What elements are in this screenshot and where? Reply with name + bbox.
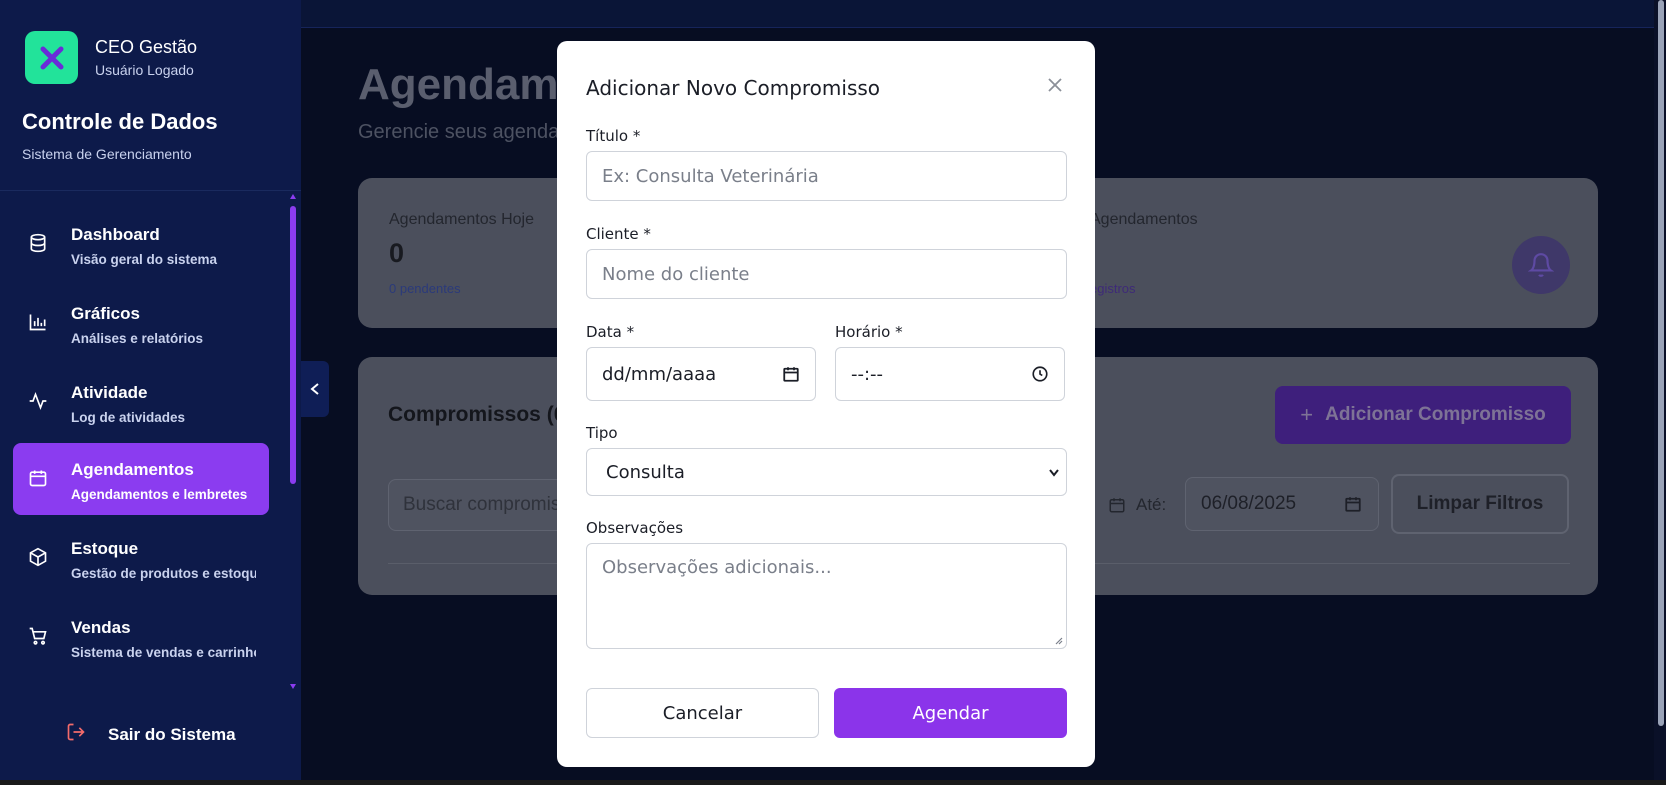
until-filter: Até: (1108, 479, 1166, 531)
brand: CEO Gestão Usuário Logado (25, 31, 197, 84)
data-input-value: dd/mm/aaaa (602, 363, 717, 385)
collapse-sidebar-button[interactable] (301, 361, 329, 417)
clock-icon[interactable] (1031, 365, 1049, 383)
sidebar-item-desc: Análises e relatórios (71, 331, 204, 346)
bell-icon (1512, 236, 1570, 294)
sidebar-item-label: Agendamentos (71, 460, 194, 479)
sidebar-nav: Dashboard Visão geral do sistema Gráfico… (0, 194, 301, 689)
scrollbar-thumb[interactable] (1658, 0, 1664, 726)
calendar-icon (1109, 498, 1125, 513)
cliente-label: Cliente * (586, 225, 651, 243)
stat-total-label: Agendamentos (1090, 211, 1198, 228)
stat-total-hint: egistros (1090, 281, 1136, 296)
brand-name: CEO Gestão (95, 37, 198, 57)
until-date-value: 06/08/2025 (1201, 493, 1297, 514)
bar-chart-icon (26, 310, 50, 334)
until-date-input[interactable]: 06/08/2025 (1185, 477, 1379, 531)
add-appointment-label: Adicionar Compromisso (1325, 404, 1546, 425)
resize-handle-icon[interactable] (1053, 635, 1063, 645)
titulo-label: Título * (586, 127, 641, 145)
calendar-icon (26, 466, 50, 490)
calendar-picker-icon[interactable] (1344, 495, 1362, 513)
tipo-label: Tipo (586, 424, 618, 442)
stat-today-value: 0 (389, 238, 405, 268)
top-bar (301, 0, 1654, 28)
package-icon (26, 545, 50, 569)
database-icon (26, 231, 50, 255)
clear-filters-button[interactable]: Limpar Filtros (1391, 474, 1569, 534)
tipo-select-value: Consulta (606, 461, 685, 483)
sidebar-scrollbar[interactable] (290, 194, 296, 689)
until-label: Até: (1136, 495, 1167, 514)
brand-user: Usuário Logado (95, 62, 194, 78)
sidebar-item-label: Estoque (71, 539, 139, 558)
close-icon[interactable] (1045, 75, 1065, 95)
logout-button[interactable]: Sair do Sistema (66, 722, 236, 747)
window-bottom-edge (0, 780, 1666, 785)
plus-icon: + (1300, 402, 1314, 427)
sidebar-item-graficos[interactable]: Gráficos Análises e relatórios (13, 287, 269, 359)
app-title: Controle de Dados (22, 109, 218, 134)
calendar-picker-icon[interactable] (782, 365, 800, 383)
scroll-up-arrow-icon[interactable] (290, 194, 296, 199)
chevron-left-icon (310, 383, 319, 395)
sidebar-item-label: Atividade (71, 383, 148, 402)
scroll-down-arrow-icon[interactable] (290, 684, 296, 689)
data-input[interactable]: dd/mm/aaaa (586, 347, 816, 401)
sidebar-item-agendamentos[interactable]: Agendamentos Agendamentos e lembretes (13, 443, 269, 515)
activity-icon (26, 389, 50, 413)
sidebar-item-atividade[interactable]: Atividade Log de atividades (13, 366, 269, 438)
titulo-input[interactable]: Ex: Consulta Veterinária (586, 151, 1067, 201)
stat-today-hint: 0 pendentes (389, 281, 461, 296)
sidebar-item-desc: Log de atividades (71, 410, 186, 425)
sidebar-divider (0, 190, 301, 191)
horario-label: Horário * (835, 323, 903, 341)
stat-today-label: Agendamentos Hoje (389, 211, 534, 228)
observacoes-textarea[interactable]: Observações adicionais... (586, 543, 1067, 649)
sidebar-item-dashboard[interactable]: Dashboard Visão geral do sistema (13, 208, 269, 280)
logout-icon (66, 722, 86, 747)
logout-label: Sair do Sistema (108, 724, 236, 744)
sidebar: CEO Gestão Usuário Logado Controle de Da… (0, 0, 301, 780)
data-label: Data * (586, 323, 635, 341)
add-appointment-modal: Adicionar Novo Compromisso Título * Ex: … (557, 41, 1095, 767)
add-appointment-button[interactable]: + Adicionar Compromisso (1275, 386, 1571, 444)
cart-icon (26, 624, 50, 648)
app-subtitle: Sistema de Gerenciamento (22, 146, 192, 162)
sidebar-item-label: Gráficos (71, 304, 140, 323)
sidebar-item-label: Vendas (71, 618, 131, 637)
cancel-button[interactable]: Cancelar (586, 688, 819, 738)
cliente-input[interactable]: Nome do cliente (586, 249, 1067, 299)
modal-title: Adicionar Novo Compromisso (586, 76, 881, 100)
sidebar-item-label: Dashboard (71, 225, 160, 244)
appointments-title: Compromissos (0 (388, 403, 566, 426)
page-scrollbar[interactable] (1654, 0, 1666, 780)
brand-logo-icon (25, 31, 78, 84)
observacoes-placeholder: Observações adicionais... (602, 557, 832, 578)
sidebar-item-vendas[interactable]: Vendas Sistema de vendas e carrinho (13, 601, 269, 673)
sidebar-item-desc: Visão geral do sistema (71, 252, 218, 267)
scrollbar-thumb[interactable] (290, 206, 296, 484)
tipo-select[interactable]: Consulta (586, 448, 1067, 496)
horario-input-value: --:-- (851, 363, 884, 385)
sidebar-item-desc: Agendamentos e lembretes (71, 487, 248, 502)
observacoes-label: Observações (586, 519, 684, 537)
sidebar-item-estoque[interactable]: Estoque Gestão de produtos e estoque (13, 522, 269, 594)
horario-input[interactable]: --:-- (835, 347, 1065, 401)
sidebar-item-desc: Sistema de vendas e carrinho (71, 645, 256, 660)
schedule-button[interactable]: Agendar (834, 688, 1067, 738)
chevron-down-icon (1049, 469, 1059, 477)
sidebar-item-desc: Gestão de produtos e estoque (71, 566, 256, 581)
